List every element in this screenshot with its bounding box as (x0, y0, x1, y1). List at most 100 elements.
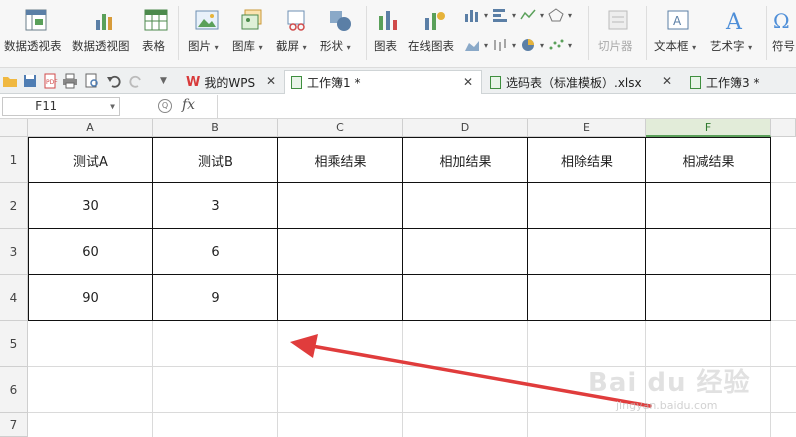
formula-bar: F11 ▼ Q fx (0, 95, 796, 119)
tab-workbook-3[interactable]: 工作簿3 * (684, 70, 796, 94)
close-icon[interactable]: ✕ (463, 75, 473, 89)
wordart-icon: A (723, 8, 747, 35)
pivot-table-label: 数据透视表 (4, 39, 62, 53)
zoom-icon[interactable]: Q (158, 99, 172, 113)
gallery-button[interactable]: 图库 ▾ (232, 0, 272, 68)
online-chart-button[interactable]: 在线图表 (408, 0, 460, 68)
save-icon[interactable] (22, 73, 38, 89)
tab-workbook-1[interactable]: 工作簿1 * ✕ (284, 70, 482, 94)
print-icon[interactable] (62, 73, 78, 89)
cell-reference: F11 (35, 99, 57, 113)
pivot-table-icon (24, 8, 48, 32)
select-all-corner[interactable] (0, 119, 28, 137)
tab-label: 工作簿1 * (307, 76, 361, 90)
scatter-chart-icon[interactable] (548, 38, 564, 52)
undo-icon[interactable] (106, 73, 122, 89)
omega-icon: Ω (772, 8, 796, 33)
data-cell[interactable]: 30 (28, 183, 153, 229)
open-folder-icon[interactable] (2, 73, 18, 89)
header-cell[interactable]: 相减结果 (646, 137, 771, 183)
screenshot-button[interactable]: 截屏 ▾ (276, 0, 316, 68)
grid-line (28, 412, 796, 413)
baidu-watermark: Bai du 经验 (588, 368, 751, 398)
tab-selection-table[interactable]: 选码表（标准模板）.xlsx ✕ (484, 70, 680, 94)
row-header-1[interactable]: 1 (0, 137, 28, 183)
customize-toolbar-icon[interactable]: ▼ (160, 73, 176, 89)
shape-button[interactable]: 形状 ▾ (320, 0, 360, 68)
tab-label: 工作簿3 * (706, 75, 760, 90)
tab-label: 我的WPS (204, 75, 256, 90)
slicer-button[interactable]: 切片器 (598, 0, 638, 68)
row-header-6[interactable]: 6 (0, 367, 28, 413)
wps-logo-icon: W (186, 74, 201, 90)
header-cell[interactable]: 相乘结果 (278, 137, 403, 183)
column-header-f[interactable]: F (646, 119, 771, 137)
pivot-chart-label: 数据透视图 (72, 39, 130, 53)
insert-function-button[interactable]: fx (182, 97, 195, 113)
textbox-button[interactable]: A 文本框 ▾ (654, 0, 702, 68)
column-header-c[interactable]: C (278, 119, 403, 137)
symbol-button[interactable]: Ω 符号 (772, 0, 796, 68)
pie-chart-icon[interactable] (520, 38, 536, 52)
chart-button[interactable]: 图表 (374, 0, 402, 68)
chevron-down-icon[interactable]: ▼ (110, 98, 115, 115)
watermark-url: jingyan.baidu.com (616, 399, 718, 412)
header-cell[interactable]: 测试A (28, 137, 153, 183)
data-cell[interactable]: 3 (153, 183, 278, 229)
column-chart-icon[interactable] (464, 8, 480, 22)
textbox-label: 文本框 ▾ (654, 39, 697, 53)
column-header-a[interactable]: A (28, 119, 153, 137)
picture-icon (195, 8, 219, 32)
ribbon-separator (766, 6, 767, 60)
ribbon-separator (366, 6, 367, 60)
document-tab-bar: PDF ▼ W 我的WPS ✕ 工作簿1 * ✕ 选码表（标准模板）.xlsx … (0, 68, 796, 94)
tab-my-wps[interactable]: W 我的WPS ✕ (180, 70, 284, 94)
gallery-label: 图库 ▾ (232, 39, 263, 53)
data-cell[interactable]: 90 (28, 275, 153, 321)
data-cell[interactable]: 9 (153, 275, 278, 321)
column-header-overflow[interactable] (771, 119, 796, 137)
column-header-d[interactable]: D (403, 119, 528, 137)
line-chart-icon[interactable] (520, 8, 536, 22)
row-header-3[interactable]: 3 (0, 229, 28, 275)
header-cell[interactable]: 测试B (153, 137, 278, 183)
table-label: 表格 (142, 39, 165, 53)
row-header-5[interactable]: 5 (0, 321, 28, 367)
column-header-e[interactable]: E (528, 119, 646, 137)
name-box[interactable]: F11 ▼ (2, 97, 120, 116)
header-cell[interactable]: 相除结果 (528, 137, 646, 183)
stock-chart-icon[interactable] (492, 38, 508, 52)
close-icon[interactable]: ✕ (266, 74, 276, 88)
data-cell[interactable]: 6 (153, 229, 278, 275)
table-button[interactable]: 表格 (142, 0, 170, 68)
pivot-table-button[interactable]: 数据透视表 (4, 0, 68, 68)
area-chart-icon[interactable] (464, 38, 480, 52)
bar-horizontal-icon[interactable] (492, 8, 508, 22)
header-cell[interactable]: 相加结果 (403, 137, 528, 183)
picture-label: 图片 ▾ (188, 39, 219, 53)
row-header-4[interactable]: 4 (0, 275, 28, 321)
symbol-label: 符号 (772, 39, 795, 53)
close-icon[interactable]: ✕ (662, 74, 672, 88)
picture-button[interactable]: 图片 ▾ (188, 0, 226, 68)
print-preview-icon[interactable] (84, 73, 100, 89)
wordart-button[interactable]: A 艺术字 ▾ (710, 0, 760, 68)
redo-icon[interactable] (128, 73, 144, 89)
radar-chart-icon[interactable] (548, 8, 564, 22)
ribbon: 数据透视表 数据透视图 表格 图片 ▾ 图库 ▾ 截屏 ▾ 形状 ▾ 图表 在线… (0, 0, 796, 68)
textbox-icon: A (666, 8, 690, 32)
svg-text:PDF: PDF (46, 79, 58, 86)
table-icon (144, 8, 168, 32)
chart-types-row-2: ▾ ▾ ▾ ▾ (464, 38, 572, 52)
row-header-7[interactable]: 7 (0, 413, 28, 437)
bar-chart-icon (376, 8, 400, 32)
scissors-icon (284, 8, 308, 32)
export-pdf-icon[interactable]: PDF (42, 73, 58, 89)
pivot-chart-button[interactable]: 数据透视图 (72, 0, 138, 68)
data-cell[interactable]: 60 (28, 229, 153, 275)
chart-label: 图表 (374, 39, 397, 53)
spreadsheet-file-icon (291, 76, 302, 89)
column-header-b[interactable]: B (153, 119, 278, 137)
row-header-2[interactable]: 2 (0, 183, 28, 229)
screenshot-label: 截屏 ▾ (276, 39, 307, 53)
